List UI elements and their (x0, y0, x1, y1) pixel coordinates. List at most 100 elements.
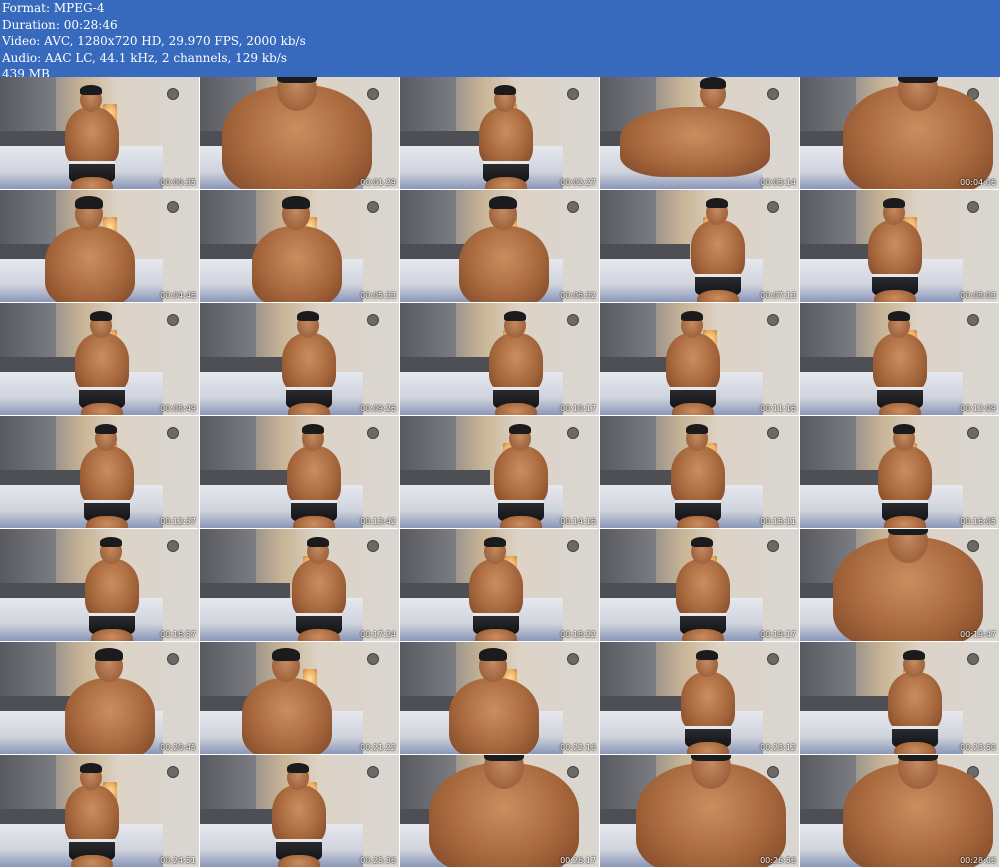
video-thumbnail: 00:12:37 (0, 416, 200, 529)
person-hair (706, 198, 728, 208)
person-legs (485, 177, 527, 189)
person-hair (484, 537, 506, 547)
video-thumbnail: 00:28:06 (800, 755, 1000, 868)
thumbnail-timestamp: 00:04:46 (160, 291, 196, 300)
video-thumbnail: 00:11:16 (600, 303, 800, 416)
person-torso (459, 226, 549, 302)
video-thumbnail: 00:23:50 (800, 642, 1000, 755)
video-thumbnail: 00:16:05 (800, 416, 1000, 529)
person-torso (85, 559, 139, 619)
person-torso (292, 559, 346, 619)
thumbnail-timestamp: 00:26:56 (760, 856, 796, 865)
person-torso (252, 226, 342, 302)
thumbnail-timestamp: 00:20:45 (160, 743, 196, 752)
thumbnail-timestamp: 00:07:13 (760, 291, 796, 300)
thumbnail-timestamp: 00:19:17 (760, 630, 796, 639)
person-legs (677, 516, 719, 528)
thumbnail-timestamp: 00:12:09 (960, 404, 996, 413)
person-legs (687, 742, 729, 754)
person-hair (691, 537, 713, 547)
person-legs (495, 403, 537, 415)
video-thumbnail: 00:08:03 (800, 190, 1000, 303)
video-thumbnail: 00:07:13 (600, 190, 800, 303)
video-thumbnail: 00:06:32 (400, 190, 600, 303)
video-thumbnail: 00:01:29 (200, 77, 400, 190)
person-torso (282, 333, 336, 393)
person-hair (700, 77, 726, 89)
person-hair (302, 424, 324, 434)
person-torso (691, 220, 745, 280)
person-hair (696, 650, 718, 660)
video-thumbnail: 00:04:06 (800, 77, 1000, 190)
person-torso (888, 672, 942, 732)
person-hair (272, 648, 300, 661)
thumbnail-timestamp: 00:26:17 (560, 856, 596, 865)
video-thumbnail: 00:10:17 (400, 303, 600, 416)
person-torso (681, 672, 735, 732)
person-legs (894, 742, 936, 754)
person-torso (80, 446, 134, 506)
person-hair (282, 196, 310, 209)
person-hair (888, 529, 928, 535)
person-legs (293, 516, 335, 528)
person-hair (509, 424, 531, 434)
person-hair (95, 424, 117, 434)
thumbnail-timestamp: 00:16:05 (960, 517, 996, 526)
person-torso (469, 559, 523, 619)
thumbnail-timestamp: 00:01:29 (360, 178, 396, 187)
person-hair (686, 424, 708, 434)
thumbnail-timestamp: 00:11:16 (760, 404, 796, 413)
person-hair (489, 196, 517, 209)
video-thumbnail: 00:21:22 (200, 642, 400, 755)
video-thumbnail: 00:09:26 (200, 303, 400, 416)
thumbnail-timestamp: 00:10:17 (560, 404, 596, 413)
person-hair (484, 755, 524, 761)
thumbnail-grid: 00:00:35 00:01:29 00:02:27 00:03:14 00:04:06… (0, 77, 1000, 868)
thumbnail-timestamp: 00:22:16 (560, 743, 596, 752)
person-torso (75, 333, 129, 393)
thumbnail-timestamp: 00:28:06 (960, 856, 996, 865)
person-torso (242, 678, 332, 754)
person-torso (676, 559, 730, 619)
person-hair (883, 198, 905, 208)
person-hair (80, 763, 102, 773)
person-legs (278, 855, 320, 867)
thumbnail-timestamp: 00:08:49 (160, 404, 196, 413)
person-torso (287, 446, 341, 506)
video-thumbnail: 00:13:42 (200, 416, 400, 529)
video-thumbnail: 00:12:09 (800, 303, 1000, 416)
thumbnail-timestamp: 00:21:22 (360, 743, 396, 752)
person-hair (903, 650, 925, 660)
person-legs (682, 629, 724, 641)
person-legs (500, 516, 542, 528)
video-thumbnail: 00:04:46 (0, 190, 200, 303)
person-torso (873, 333, 927, 393)
person-torso (45, 226, 135, 302)
person-hair (494, 85, 516, 95)
video-thumbnail: 00:17:24 (200, 529, 400, 642)
video-thumbnail: 00:16:57 (0, 529, 200, 642)
video-thumbnail: 00:26:17 (400, 755, 600, 868)
person-torso (620, 107, 770, 177)
bed (0, 598, 164, 641)
person-torso (666, 333, 720, 393)
video-thumbnail: 00:15:11 (600, 416, 800, 529)
audio-line: Audio: AAC LC, 44.1 kHz, 2 channels, 129… (2, 50, 288, 65)
person-hair (504, 311, 526, 321)
person-hair (277, 77, 317, 83)
person-hair (287, 763, 309, 773)
video-thumbnail: 00:24:51 (0, 755, 200, 868)
thumbnail-timestamp: 00:09:26 (360, 404, 396, 413)
thumbnail-timestamp: 00:05:33 (360, 291, 396, 300)
video-thumbnail: 00:00:35 (0, 77, 200, 190)
thumbnail-timestamp: 00:24:51 (160, 856, 196, 865)
media-info-header: Format: MPEG-4 Duration: 00:28:46 Video:… (0, 0, 1000, 81)
person-torso (868, 220, 922, 280)
video-line: Video: AVC, 1280x720 HD, 29.970 FPS, 200… (2, 34, 306, 48)
person-legs (672, 403, 714, 415)
person-legs (879, 403, 921, 415)
video-thumbnail: 00:23:12 (600, 642, 800, 755)
thumbnail-timestamp: 00:15:11 (760, 517, 796, 526)
video-thumbnail: 00:08:49 (0, 303, 200, 416)
person-torso (479, 107, 533, 167)
